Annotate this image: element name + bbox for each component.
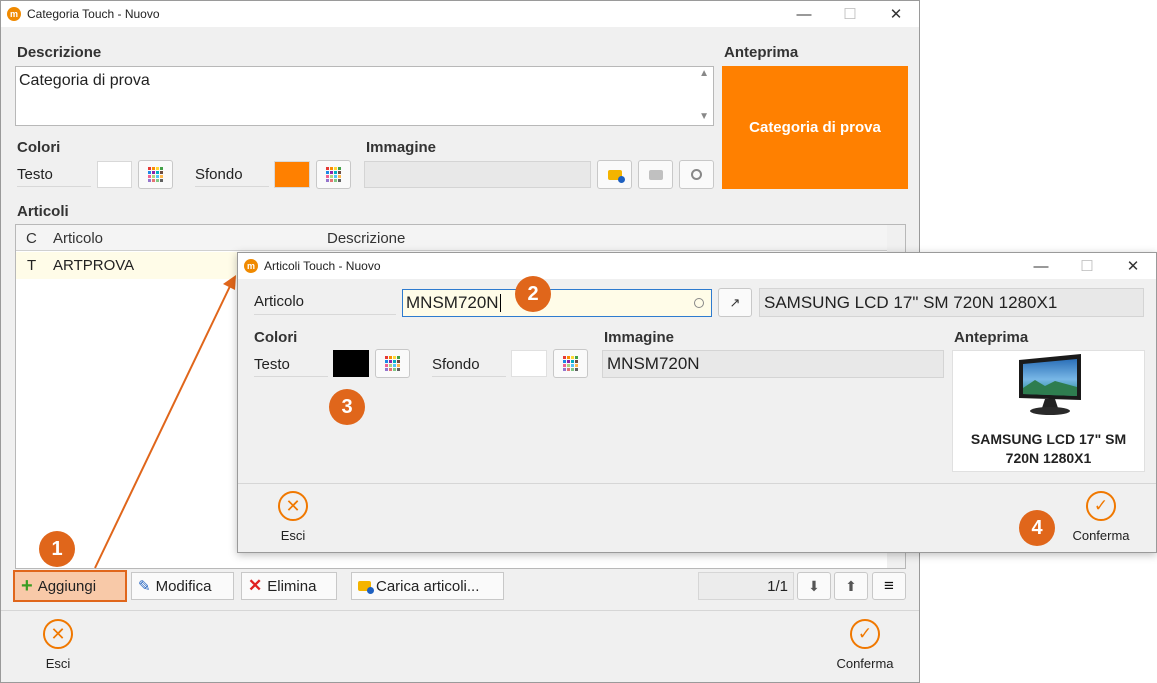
articolo-input[interactable]: MNSM720N [402, 289, 712, 317]
text-caret [499, 294, 501, 312]
dialog-sfondo-palette-button[interactable] [553, 349, 588, 378]
check-circle-icon: ✓ [1086, 491, 1116, 521]
monitor-image [1019, 354, 1081, 415]
articolo-description-field: SAMSUNG LCD 17" SM 720N 1280X1 [759, 288, 1144, 317]
dialog-anteprima-label: Anteprima [954, 329, 1029, 346]
dialog-conferma-label: Conferma [1072, 528, 1130, 543]
dialog-colori-label: Colori [254, 329, 298, 346]
dialog-esci-button[interactable]: ✕ Esci [266, 491, 320, 547]
dialog-esci-label: Esci [280, 528, 306, 543]
palette-icon [563, 356, 578, 371]
palette-icon [385, 356, 400, 371]
articoli-dialog: m Articoli Touch - Nuovo — ☐ ✕ Articolo … [237, 252, 1157, 553]
dialog-conferma-button[interactable]: ✓ Conferma [1063, 491, 1139, 547]
open-articolo-button[interactable]: ↗ [718, 288, 752, 317]
dialog-title: Articoli Touch - Nuovo [264, 259, 381, 273]
step-badge-3: 3 [329, 389, 365, 425]
articolo-label: Articolo [254, 293, 396, 315]
search-icon[interactable] [694, 298, 704, 308]
dialog-testo-label: Testo [254, 356, 328, 377]
dialog-footer-divider [238, 483, 1156, 484]
dialog-titlebar: m Articoli Touch - Nuovo — ☐ ✕ [238, 253, 1156, 279]
close-button[interactable]: ✕ [1110, 253, 1156, 279]
dialog-anteprima-caption: SAMSUNG LCD 17" SM 720N 1280X1 [970, 431, 1127, 466]
step-badge-1: 1 [39, 531, 75, 567]
dialog-immagine-label: Immagine [604, 329, 675, 346]
external-link-icon: ↗ [729, 294, 741, 310]
close-circle-icon: ✕ [278, 491, 308, 521]
step-badge-4: 4 [1019, 510, 1055, 546]
dialog-sfondo-label: Sfondo [432, 356, 506, 377]
minimize-button[interactable]: — [1018, 253, 1064, 279]
dialog-testo-palette-button[interactable] [375, 349, 410, 378]
maximize-button[interactable]: ☐ [1064, 253, 1110, 279]
dialog-immagine-value: MNSM720N [607, 354, 700, 373]
dialog-sfondo-color-swatch[interactable] [511, 350, 547, 377]
dialog-anteprima-tile: SAMSUNG LCD 17" SM 720N 1280X1 [952, 350, 1145, 472]
dialog-testo-color-swatch[interactable] [333, 350, 369, 377]
app-icon: m [244, 259, 258, 273]
dialog-immagine-field[interactable]: MNSM720N [602, 350, 944, 378]
articolo-value: MNSM720N [406, 293, 499, 312]
articolo-description: SAMSUNG LCD 17" SM 720N 1280X1 [764, 292, 1058, 312]
step-badge-2: 2 [515, 276, 551, 312]
